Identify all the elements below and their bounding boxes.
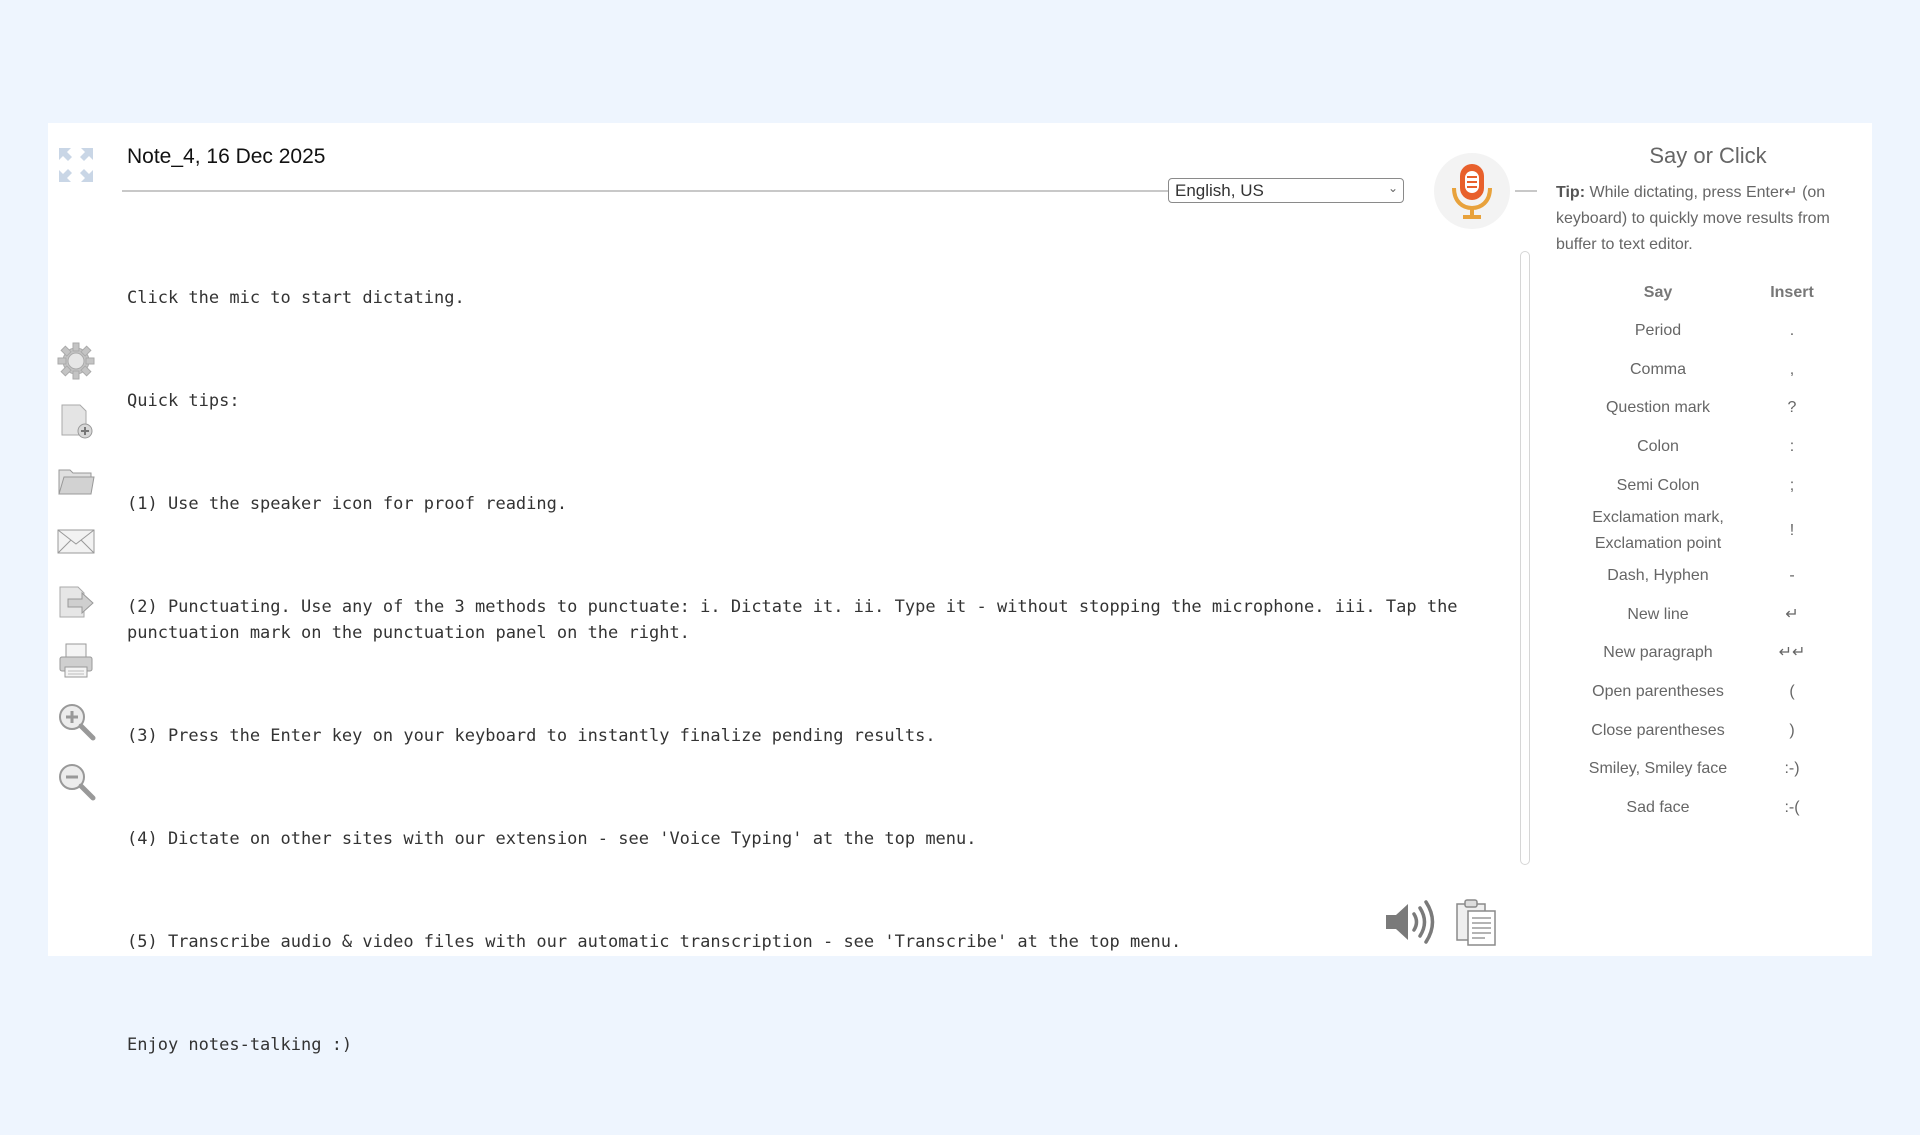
zoom-in-button[interactable] — [52, 697, 100, 745]
punct-insert: :-( — [1784, 798, 1800, 816]
export-button[interactable] — [52, 577, 100, 625]
folder-icon — [58, 469, 95, 495]
title-divider — [122, 190, 1218, 192]
punct-say: Dash, Hyphen — [1607, 567, 1709, 585]
punct-insert: , — [1789, 360, 1795, 378]
punct-insert: : — [1789, 438, 1795, 456]
punct-row-semicolon[interactable]: Semi Colon ; — [1564, 466, 1832, 505]
left-toolbar — [48, 123, 108, 956]
punct-row-close-parentheses[interactable]: Close parentheses ) — [1564, 711, 1832, 750]
copy-icon — [1456, 899, 1496, 946]
punct-row-exclamation[interactable]: Exclamation mark, Exclamation point ! — [1564, 505, 1832, 557]
note-title[interactable]: Note_4, 16 Dec 2025 — [127, 145, 325, 169]
editor-line: (1) Use the speaker icon for proof readi… — [127, 494, 568, 514]
punct-row-colon[interactable]: Colon : — [1564, 428, 1832, 467]
punct-row-comma[interactable]: Comma , — [1564, 351, 1832, 390]
tip-label: Tip: — [1556, 184, 1586, 201]
microphone-icon — [1452, 164, 1492, 219]
punct-say: Close parentheses — [1591, 721, 1725, 739]
new-note-icon — [61, 404, 93, 439]
punct-insert: :-) — [1784, 760, 1800, 778]
editor-line: Click the mic to start dictating. — [127, 288, 465, 308]
editor-line: (3) Press the Enter key on your keyboard… — [127, 726, 936, 746]
punct-insert: . — [1789, 322, 1795, 340]
punct-row-smiley[interactable]: Smiley, Smiley face :-) — [1564, 750, 1832, 789]
punct-row-new-line[interactable]: New line ↵ — [1564, 596, 1832, 635]
text-editor[interactable]: Click the mic to start dictating. Quick … — [127, 233, 1477, 1055]
mic-divider — [1515, 190, 1537, 192]
punct-say: Smiley, Smiley face — [1588, 760, 1728, 778]
punct-row-new-paragraph[interactable]: New paragraph ↵↵ — [1564, 634, 1832, 673]
tip-text: While dictating, press Enter↵ (on keyboa… — [1556, 184, 1830, 253]
open-folder-button[interactable] — [52, 457, 100, 505]
punct-row-question-mark[interactable]: Question mark ? — [1564, 389, 1832, 428]
email-icon — [57, 529, 95, 554]
punct-row-dash[interactable]: Dash, Hyphen - — [1564, 557, 1832, 596]
expand-button[interactable] — [52, 141, 100, 189]
punct-say: Colon — [1637, 438, 1679, 456]
punct-say: Sad face — [1626, 798, 1690, 816]
punctuation-panel: Say Insert Period . Comma , Question mar… — [1564, 274, 1832, 827]
punct-say: Open parentheses — [1592, 683, 1724, 701]
punct-row-open-parentheses[interactable]: Open parentheses ( — [1564, 673, 1832, 712]
editor-line: Enjoy notes-talking :) — [127, 1035, 353, 1055]
editor-scrollbar[interactable] — [1520, 251, 1530, 865]
copy-button[interactable] — [1454, 898, 1498, 948]
print-button[interactable] — [52, 637, 100, 685]
editor-line: (2) Punctuating. Use any of the 3 method… — [127, 597, 1468, 643]
punct-insert: ; — [1789, 476, 1795, 494]
speaker-button[interactable] — [1384, 898, 1436, 946]
punct-say: Comma — [1629, 360, 1686, 378]
language-select[interactable]: English, US ⌄ — [1168, 178, 1404, 203]
punct-insert: ↵↵ — [1778, 644, 1806, 662]
expand-icon — [59, 148, 93, 182]
col-insert-header: Insert — [1770, 284, 1814, 301]
chevron-down-icon: ⌄ — [1387, 181, 1398, 195]
punct-row-sad-face[interactable]: Sad face :-( — [1564, 789, 1832, 828]
punct-insert: ( — [1789, 683, 1795, 701]
panel-title: Say or Click — [1649, 143, 1767, 168]
punct-say: New paragraph — [1603, 644, 1713, 662]
punct-say: New line — [1627, 605, 1689, 623]
punct-say: Semi Colon — [1616, 476, 1700, 494]
mic-button[interactable] — [1434, 153, 1510, 229]
new-note-button[interactable] — [52, 397, 100, 445]
export-icon — [59, 586, 94, 618]
print-icon — [59, 643, 93, 678]
col-say-header: Say — [1643, 284, 1673, 301]
punct-row-period[interactable]: Period . — [1564, 312, 1832, 351]
zoom-in-icon — [59, 704, 96, 741]
gear-icon — [57, 342, 95, 380]
dictation-tip: Tip: While dictating, press Enter↵ (on k… — [1556, 180, 1836, 258]
punct-say: Question mark — [1605, 399, 1711, 417]
punct-insert: ? — [1787, 399, 1797, 417]
email-button[interactable] — [52, 517, 100, 565]
punct-insert: ! — [1789, 521, 1795, 539]
editor-line: (4) Dictate on other sites with our exte… — [127, 829, 977, 849]
punct-say: Period — [1634, 322, 1682, 340]
editor-line: (5) Transcribe audio & video files with … — [127, 932, 1182, 952]
language-selected: English, US — [1175, 181, 1264, 200]
zoom-out-button[interactable] — [52, 757, 100, 805]
speaker-icon — [1386, 900, 1435, 944]
editor-line: Quick tips: — [127, 391, 240, 411]
settings-button[interactable] — [52, 337, 100, 385]
punct-insert: - — [1789, 567, 1795, 585]
punct-insert: ) — [1789, 721, 1795, 739]
notes-app: Note_4, 16 Dec 2025 English, US ⌄ Click … — [48, 123, 1872, 1055]
punct-insert: ↵ — [1785, 605, 1799, 623]
zoom-out-icon — [59, 764, 96, 801]
punct-say: Exclamation mark, Exclamation point — [1592, 508, 1724, 552]
